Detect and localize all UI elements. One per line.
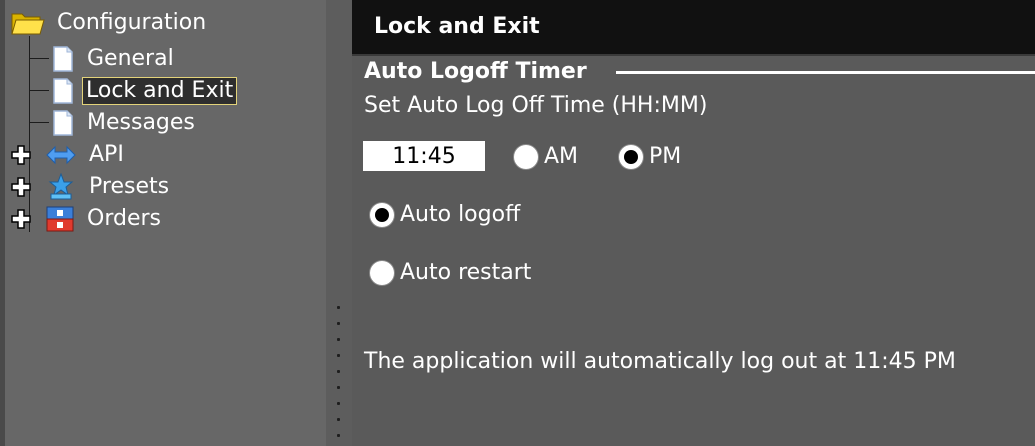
group-divider	[616, 71, 1035, 74]
tree-panel-edge	[0, 0, 5, 446]
presets-icon	[48, 173, 74, 200]
tree-connector	[29, 58, 49, 59]
panel-title: Lock and Exit	[374, 14, 540, 39]
expand-plus-icon[interactable]	[10, 208, 32, 230]
time-prompt-label: Set Auto Log Off Time (HH:MM)	[364, 93, 708, 118]
logoff-time-input[interactable]	[363, 141, 485, 171]
document-icon	[53, 110, 73, 136]
pm-radio-circle[interactable]	[619, 144, 643, 169]
tree-connector	[29, 36, 30, 232]
document-icon	[53, 78, 73, 104]
splitter-grip-dot	[337, 418, 340, 421]
pm-radio[interactable]: PM	[619, 144, 681, 169]
am-radio-label: AM	[544, 144, 579, 169]
tree-item-label: General	[87, 46, 174, 71]
tree-root-configuration[interactable]: Configuration	[10, 8, 209, 38]
am-radio[interactable]: AM	[514, 144, 578, 169]
auto-restart-radio-circle[interactable]	[370, 260, 394, 285]
splitter-grip-dot	[337, 306, 340, 309]
folder-icon	[11, 13, 45, 35]
document-icon	[53, 46, 73, 72]
tree-item-label: API	[89, 142, 124, 167]
tree-connector	[29, 122, 49, 123]
panel-splitter[interactable]	[326, 0, 352, 446]
splitter-grip-dot	[337, 434, 340, 437]
auto-restart-label: Auto restart	[400, 260, 532, 285]
splitter-grip-dot	[337, 370, 340, 373]
auto-logoff-label: Auto logoff	[400, 202, 521, 227]
tree-item-label: Presets	[89, 174, 170, 199]
tree-item-messages[interactable]: Messages	[52, 108, 198, 138]
tree-item-label: Messages	[87, 110, 195, 135]
tree-item-lock-and-exit[interactable]: Lock and Exit	[52, 76, 238, 106]
api-arrows-icon	[46, 145, 76, 165]
group-title: Auto Logoff Timer	[364, 59, 597, 84]
orders-icon	[46, 206, 74, 232]
tree-connector	[29, 90, 49, 91]
expand-plus-icon[interactable]	[10, 144, 32, 166]
auto-logoff-radio[interactable]: Auto logoff	[370, 202, 520, 227]
tree-item-orders[interactable]: Orders	[10, 204, 164, 234]
logoff-status-text: The application will automatically log o…	[364, 349, 956, 374]
splitter-grip-dot	[337, 338, 340, 341]
tree-item-label: Orders	[87, 206, 161, 231]
tree-item-presets[interactable]: Presets	[10, 172, 172, 202]
expand-plus-icon[interactable]	[10, 176, 32, 198]
auto-logoff-radio-circle[interactable]	[370, 202, 394, 227]
splitter-grip-dot	[337, 354, 340, 357]
panel-header: Lock and Exit	[352, 0, 1035, 56]
tree-item-general[interactable]: General	[52, 44, 177, 74]
splitter-grip-dot	[337, 386, 340, 389]
am-radio-circle[interactable]	[514, 144, 538, 169]
tree-item-api[interactable]: API	[10, 140, 127, 170]
pm-radio-label: PM	[649, 144, 682, 169]
splitter-grip-dot	[337, 402, 340, 405]
tree-item-label-selected: Lock and Exit	[82, 77, 238, 105]
tree-root-label: Configuration	[57, 10, 207, 35]
splitter-grip-dot	[337, 322, 340, 325]
auto-restart-radio[interactable]: Auto restart	[370, 260, 531, 285]
